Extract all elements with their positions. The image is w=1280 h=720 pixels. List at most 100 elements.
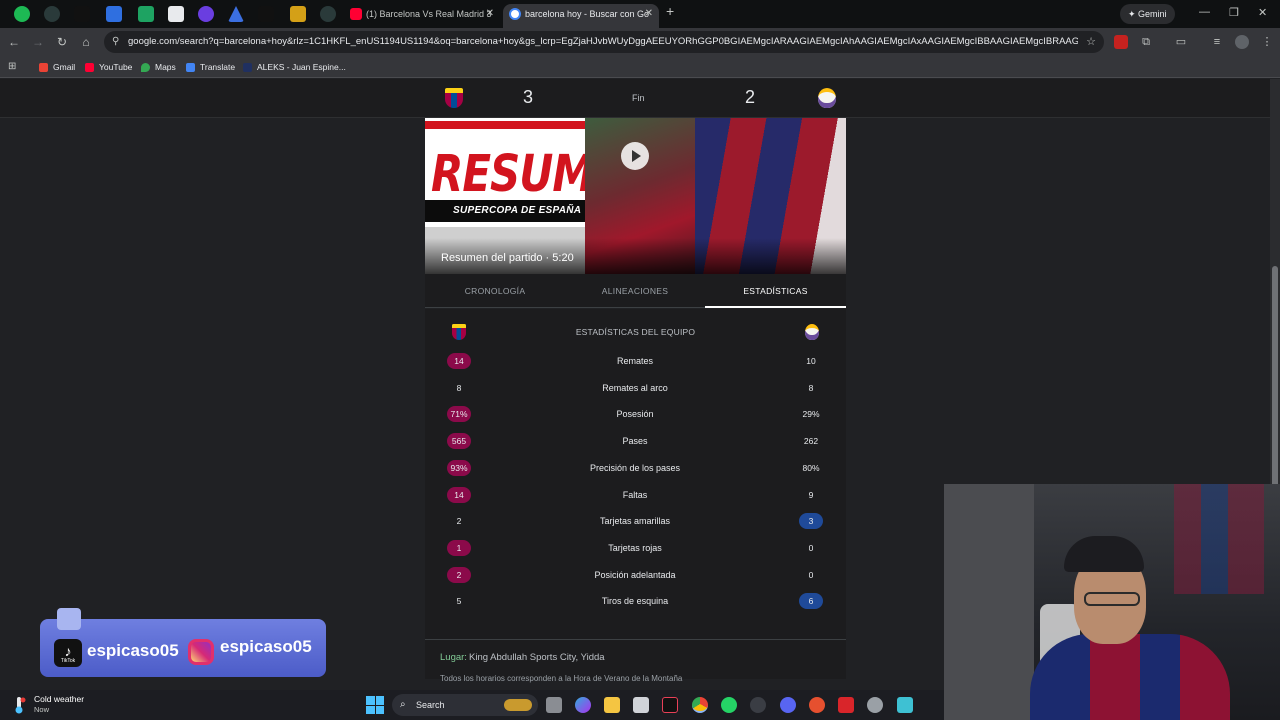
pinned-tab-sheets-icon[interactable]	[138, 6, 154, 22]
discord-icon[interactable]	[780, 697, 796, 713]
gemini-label: Gemini	[1138, 9, 1167, 19]
pinned-tab-u-icon[interactable]	[198, 6, 214, 22]
tab-youtube[interactable]: (1) Barcelona Vs Real Madrid 3 ✕	[344, 4, 500, 28]
stat-name: Remates al arco	[602, 382, 668, 393]
browser-tab-strip: (1) Barcelona Vs Real Madrid 3 ✕ barcelo…	[0, 0, 1280, 28]
start-button[interactable]	[366, 696, 384, 714]
minimize-button[interactable]: —	[1199, 6, 1210, 18]
pinned-tab-e-icon[interactable]	[168, 6, 184, 22]
close-icon[interactable]: ✕	[645, 4, 653, 24]
cast-icon[interactable]: ▭	[1174, 35, 1188, 49]
bookmark-gmail[interactable]: Gmail	[39, 59, 75, 75]
extensions-puzzle-icon[interactable]: ⧉	[1139, 35, 1153, 49]
real-madrid-crest-icon[interactable]	[818, 88, 836, 108]
new-tab-button[interactable]: +	[666, 3, 674, 19]
stat-row: 14 Faltas 9	[425, 482, 846, 508]
highlights-video[interactable]: RESUMEN SUPERCOPA DE ESPAÑA Resumen del …	[425, 118, 846, 274]
bookmark-youtube[interactable]: YouTube	[85, 59, 132, 75]
tiktok-handle: espicaso05	[87, 641, 179, 660]
stat-name: Posición adelantada	[594, 569, 676, 580]
address-bar[interactable]: ⚲ google.com/search?q=barcelona+hoy&rlz=…	[104, 31, 1104, 53]
back-button[interactable]: ←	[6, 34, 22, 50]
match-status: Fin	[632, 93, 645, 103]
bookmark-label: Gmail	[53, 62, 76, 72]
whatsapp-icon[interactable]	[721, 697, 737, 713]
bookmark-star-icon[interactable]: ☆	[1086, 31, 1096, 53]
home-stat-value: 14	[447, 353, 471, 369]
file-explorer-icon[interactable]	[604, 697, 620, 713]
instagram-handle: espicaso05	[220, 637, 312, 656]
extension-icon[interactable]	[1114, 35, 1128, 49]
video-caption: Resumen del partido · 5:20	[441, 252, 574, 264]
app-icon[interactable]	[809, 697, 825, 713]
home-stat-value: 14	[447, 486, 471, 503]
pinned-tab-tiktok-icon[interactable]	[258, 6, 274, 22]
sparkle-icon: ✦	[1128, 9, 1139, 19]
stat-name: Pases	[622, 436, 648, 447]
pinned-tab-icon[interactable]	[44, 6, 60, 22]
aleks-icon	[243, 63, 252, 72]
venue-row: Lugar: King Abdullah Sports City, Yidda …	[425, 639, 846, 683]
restore-button[interactable]: ❐	[1229, 6, 1239, 19]
thermometer-icon	[15, 697, 26, 714]
copilot-icon[interactable]	[575, 697, 591, 713]
tab-google-search[interactable]: barcelona hoy - Buscar con Go ✕	[503, 4, 659, 28]
bookmark-label: ALEKS - Juan Espine...	[257, 62, 346, 72]
tiktok-app-icon[interactable]	[662, 697, 678, 713]
tab-cronologia[interactable]: CRONOLOGÍA	[425, 274, 565, 308]
translate-icon	[186, 63, 195, 72]
url-text[interactable]: google.com/search?q=barcelona+hoy&rlz=1C…	[128, 31, 1078, 53]
apps-grid-icon[interactable]: ⊞	[8, 59, 16, 75]
taskbar-search[interactable]: ⌕ Search	[392, 694, 538, 716]
search-icon: ⌕	[400, 699, 406, 710]
tab-title: barcelona hoy - Buscar con Go	[525, 9, 650, 19]
weather-widget[interactable]	[12, 696, 26, 714]
webcam-background	[944, 484, 1034, 720]
profile-avatar[interactable]	[1235, 35, 1249, 49]
bookmark-translate[interactable]: Translate	[186, 59, 235, 75]
settings-gear-icon[interactable]	[867, 697, 883, 713]
tiktok-sub-label: TikTok	[60, 658, 76, 664]
barcelona-crest-icon[interactable]	[445, 88, 463, 108]
pinned-tab-icon[interactable]	[320, 6, 336, 22]
play-icon[interactable]	[621, 142, 649, 170]
pinned-tab-spotify-icon[interactable]	[14, 6, 30, 22]
pinned-tab-tiktok-icon[interactable]	[74, 6, 90, 22]
youtube-icon	[350, 8, 362, 20]
pinned-tab-docs-icon[interactable]	[106, 6, 122, 22]
chrome-icon[interactable]	[692, 697, 708, 713]
stat-row: 93% Precisión de los pases 80%	[425, 455, 846, 481]
stat-name: Tarjetas amarillas	[599, 516, 671, 527]
menu-kebab-icon[interactable]: ⋮	[1260, 35, 1274, 49]
bookmark-label: YouTube	[99, 62, 133, 72]
tab-alineaciones[interactable]: ALINEACIONES	[565, 274, 705, 308]
overlay-tag	[57, 608, 81, 630]
stat-row: 8 Remates al arco 8	[425, 375, 846, 401]
forward-button[interactable]: →	[30, 34, 46, 50]
away-stat-value: 29%	[802, 409, 820, 420]
tab-search-icon[interactable]: ≡	[1210, 35, 1224, 49]
youtube-icon	[85, 63, 94, 72]
stat-name: Faltas	[622, 489, 648, 500]
close-icon[interactable]: ✕	[486, 4, 494, 24]
tab-estadisticas[interactable]: ESTADÍSTICAS	[705, 274, 846, 308]
webcam-person-cap	[1064, 536, 1144, 572]
match-tabs: CRONOLOGÍA ALINEACIONES ESTADÍSTICAS	[425, 274, 846, 308]
thumbnail-subtitle: SUPERCOPA DE ESPAÑA	[453, 205, 582, 216]
close-window-button[interactable]: ✕	[1258, 6, 1267, 19]
pinned-tab-a-icon[interactable]	[228, 6, 244, 22]
gemini-button[interactable]: ✦ Gemini	[1120, 4, 1175, 24]
task-view-icon[interactable]	[546, 697, 562, 713]
app-icon[interactable]	[838, 697, 854, 713]
pinned-tab-icon[interactable]	[290, 6, 306, 22]
store-icon[interactable]	[633, 697, 649, 713]
site-info-icon[interactable]: ⚲	[112, 31, 119, 53]
app-icon[interactable]	[750, 697, 766, 713]
reload-button[interactable]: ↻	[54, 34, 70, 50]
bookmark-maps[interactable]: Maps	[141, 59, 176, 75]
home-button[interactable]: ⌂	[78, 34, 94, 50]
notepad-icon[interactable]	[897, 697, 913, 713]
bookmark-aleks[interactable]: ALEKS - Juan Espine...	[243, 59, 346, 75]
away-stat-value: 8	[808, 382, 814, 393]
home-stat-value: 1	[447, 539, 471, 556]
